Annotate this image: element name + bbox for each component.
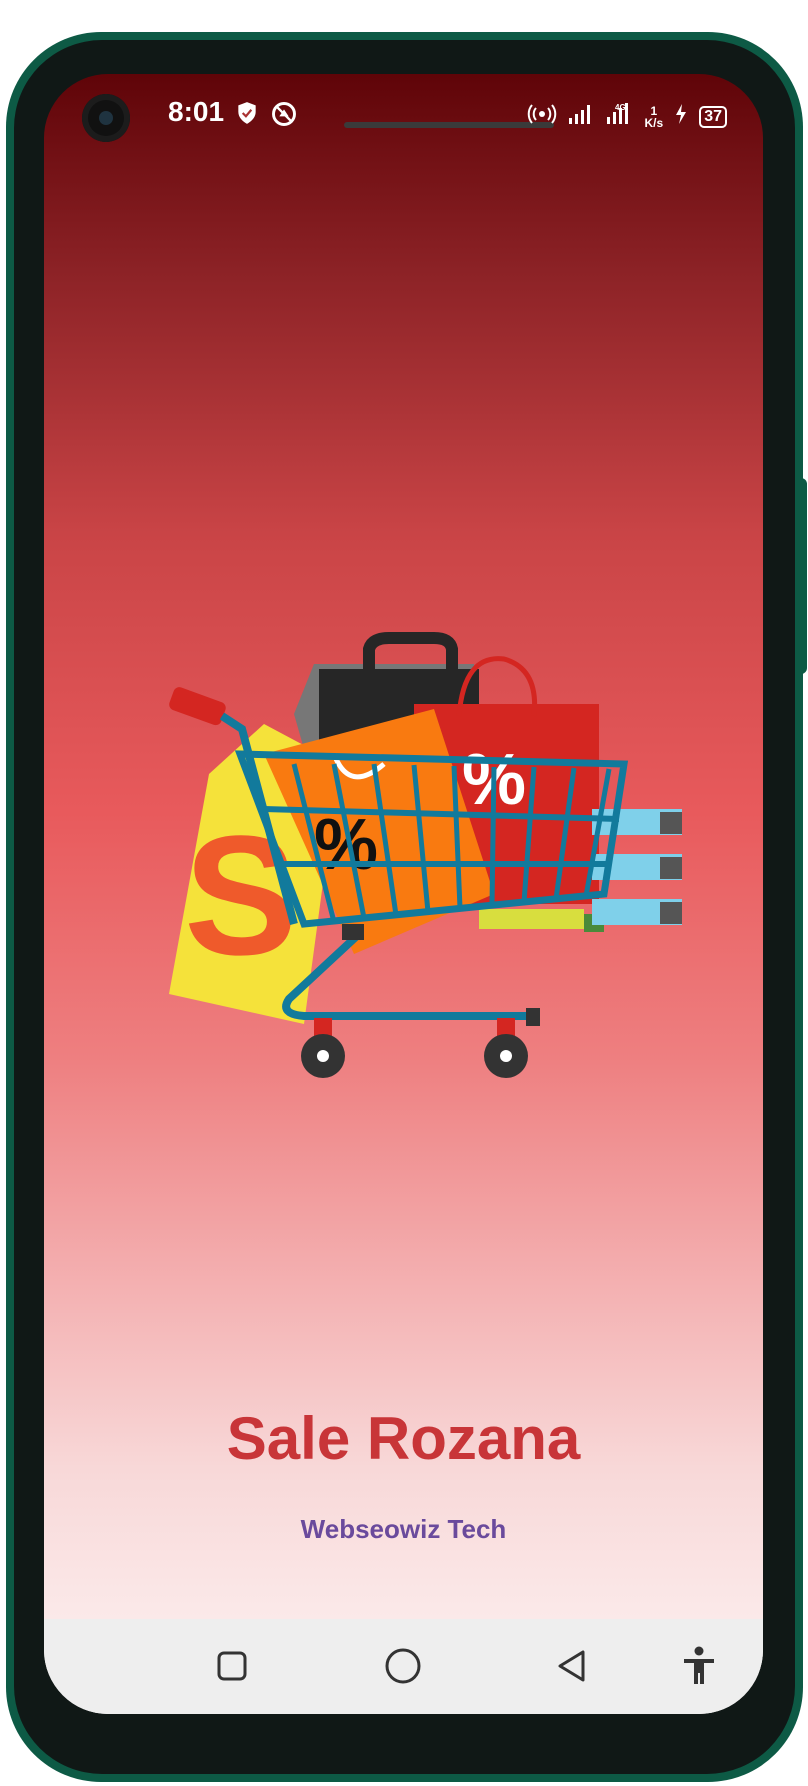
signal-4g-icon: 4G [605,102,635,131]
svg-text:S: S [184,801,297,991]
hotspot-icon [527,103,557,130]
app-title: Sale Rozana [226,1405,581,1472]
svg-text:4G: 4G [615,103,626,112]
signal-icon [567,103,595,130]
network-speed-value: 1 [650,103,658,118]
splash-screen: 8:01 4G 1 K/s 37 % % S Sale Rozana Webse… [44,74,763,1714]
home-circle-icon[interactable] [378,1641,428,1691]
front-camera [82,94,130,142]
charging-icon [673,103,689,130]
recents-square-icon[interactable] [207,1641,257,1691]
network-speed: 1 K/s [645,105,664,129]
company-name: Webseowiz Tech [300,1514,507,1544]
status-bar: 8:01 4G 1 K/s 37 [44,94,763,134]
phone-side-button [797,478,807,674]
data-saver-icon [270,100,298,135]
shield-icon [234,100,260,135]
accessibility-icon[interactable] [674,1641,724,1691]
status-time: 8:01 [168,96,225,127]
navigation-bar [44,1619,763,1714]
battery-level: 37 [699,105,727,128]
network-speed-unit: K/s [644,115,664,130]
shopping-cart-sale-icon: % % S [169,632,682,1078]
back-triangle-icon[interactable] [547,1641,597,1691]
